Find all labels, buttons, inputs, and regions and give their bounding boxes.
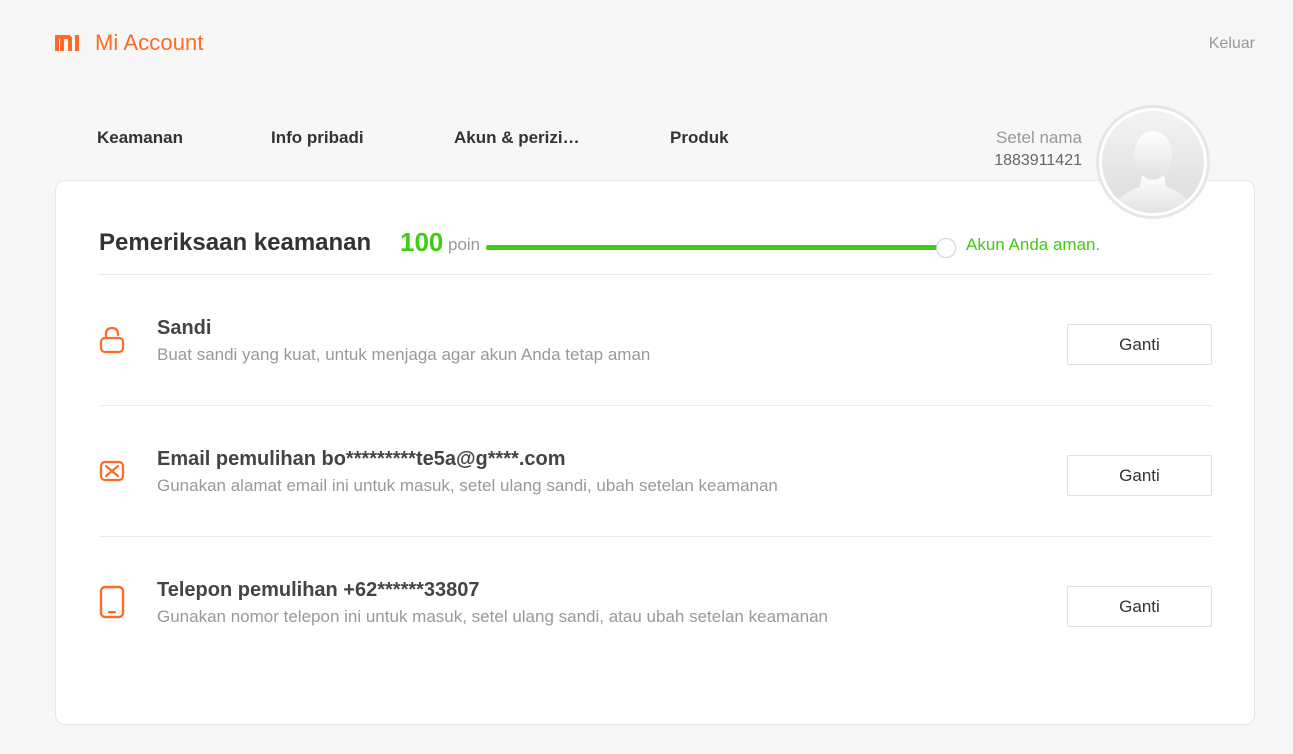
app-title: Mi Account <box>95 30 204 55</box>
envelope-icon <box>99 460 125 482</box>
mi-account-logo[interactable]: Mi Account <box>55 30 204 56</box>
mi-account-page: Mi Account Keluar Keamanan Info pribadi … <box>0 0 1293 754</box>
security-item-email: Email pemulihan bo*********te5a@g****.co… <box>99 406 1212 537</box>
security-score-knob[interactable] <box>936 238 956 258</box>
logout-link[interactable]: Keluar <box>1209 35 1255 53</box>
avatar[interactable] <box>1096 105 1210 219</box>
nav-item-account-permissions[interactable]: Akun & perizi… <box>454 128 670 148</box>
security-score-unit: poin <box>448 235 481 254</box>
user-id: 1883911421 <box>994 152 1082 169</box>
security-check-header: Pemeriksaan keamanan 100 poin Akun Anda … <box>99 225 1212 275</box>
security-item-description: Gunakan alamat email ini untuk masuk, se… <box>157 476 778 495</box>
security-check-title: Pemeriksaan keamanan <box>99 229 372 256</box>
security-item-title: Email pemulihan bo*********te5a@g****.co… <box>157 448 566 470</box>
security-item-password: Sandi Buat sandi yang kuat, untuk menjag… <box>99 275 1212 406</box>
security-card: Pemeriksaan keamanan 100 poin Akun Anda … <box>55 180 1255 725</box>
security-score-bar <box>486 245 946 250</box>
lock-icon <box>99 326 125 354</box>
nav-item-personal-info[interactable]: Info pribadi <box>271 128 454 148</box>
nav-item-products[interactable]: Produk <box>670 128 729 148</box>
default-avatar-icon <box>1102 111 1204 213</box>
security-status: Akun Anda aman. <box>966 235 1101 254</box>
change-phone-button[interactable]: Ganti <box>1067 586 1212 627</box>
security-item-description: Gunakan nomor telepon ini untuk masuk, s… <box>157 607 829 626</box>
mi-logo-icon <box>55 35 79 51</box>
phone-icon <box>99 585 125 619</box>
nav-item-security[interactable]: Keamanan <box>97 128 271 148</box>
change-email-button[interactable]: Ganti <box>1067 455 1212 496</box>
security-item-description: Buat sandi yang kuat, untuk menjaga agar… <box>157 345 651 364</box>
security-score: 100 <box>400 227 444 257</box>
security-item-phone: Telepon pemulihan +62******33807 Gunakan… <box>99 537 1212 668</box>
user-info: Setel nama 1883911421 <box>994 128 1082 171</box>
security-item-title: Telepon pemulihan +62******33807 <box>157 579 480 601</box>
main-nav: Keamanan Info pribadi Akun & perizi… Pro… <box>97 128 729 148</box>
change-password-button[interactable]: Ganti <box>1067 324 1212 365</box>
security-item-title: Sandi <box>157 317 212 339</box>
set-name-link[interactable]: Setel nama <box>994 128 1082 148</box>
